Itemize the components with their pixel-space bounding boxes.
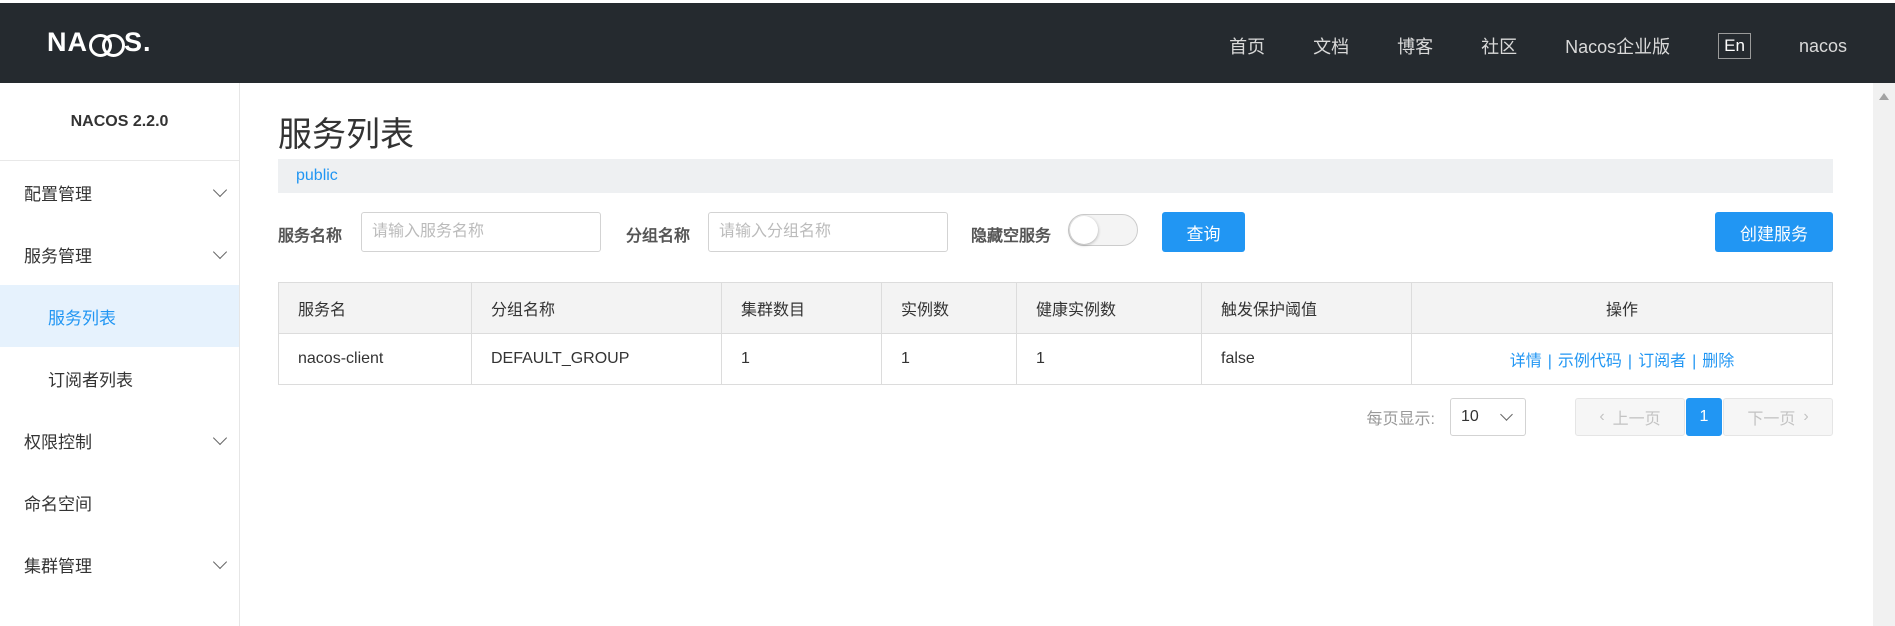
op-separator: |: [1692, 353, 1697, 370]
sidebar-item-label: 命名空间: [24, 494, 92, 514]
logo-infinity-mark: [89, 31, 125, 57]
sidebar-item-label: 服务管理: [24, 246, 92, 266]
logo-text-left: NA: [47, 27, 88, 57]
page-size-value: 10: [1461, 408, 1479, 425]
nav-enterprise[interactable]: Nacos企业版: [1565, 33, 1670, 59]
table-row: nacos-client DEFAULT_GROUP 1 1 1 false 详…: [278, 333, 1833, 385]
chevron-down-icon: [212, 430, 228, 446]
pagination: 每页显示: 10 ‹ 上一页 1 下一页 ›: [1367, 398, 1833, 436]
cell-service-name: nacos-client: [278, 333, 472, 385]
sidebar-item-service[interactable]: 服务管理: [0, 223, 239, 285]
sidebar-item-cluster[interactable]: 集群管理: [0, 533, 239, 595]
cell-healthy-count: 1: [1016, 333, 1202, 385]
chevron-left-icon: ‹: [1599, 408, 1605, 425]
scroll-up-arrow-icon[interactable]: [1879, 93, 1889, 100]
sidebar-item-label: 服务列表: [48, 308, 116, 328]
group-name-input[interactable]: [708, 212, 948, 252]
user-menu[interactable]: nacos: [1799, 36, 1847, 57]
cell-cluster-count: 1: [721, 333, 882, 385]
col-group-name[interactable]: 分组名称: [471, 282, 722, 334]
sidebar-item-service-list[interactable]: 服务列表: [0, 285, 239, 347]
op-separator: |: [1547, 353, 1552, 370]
sample-code-link[interactable]: 示例代码: [1558, 353, 1622, 370]
col-operations: 操作: [1411, 282, 1833, 334]
nav-home[interactable]: 首页: [1229, 33, 1265, 59]
cell-instance-count: 1: [881, 333, 1017, 385]
table-header-row: 服务名 分组名称 集群数目 实例数 健康实例数 触发保护阈值 操作: [278, 282, 1833, 334]
cell-protect-threshold: false: [1201, 333, 1412, 385]
subscribers-link[interactable]: 订阅者: [1638, 353, 1686, 370]
cell-group-name: DEFAULT_GROUP: [471, 333, 722, 385]
next-page-label: 下一页: [1747, 411, 1796, 428]
group-name-label: 分组名称: [626, 228, 691, 245]
chevron-down-icon: [1500, 408, 1513, 421]
create-service-button[interactable]: 创建服务: [1715, 212, 1833, 252]
page-title: 服务列表: [278, 116, 414, 154]
sidebar-item-label: 配置管理: [24, 184, 92, 204]
logo-dot: .: [143, 27, 152, 57]
toggle-knob: [1070, 216, 1098, 244]
chevron-right-icon: ›: [1803, 408, 1809, 425]
hide-empty-label: 隐藏空服务: [971, 228, 1052, 245]
hide-empty-toggle[interactable]: [1068, 214, 1138, 246]
nav-blog[interactable]: 博客: [1397, 33, 1433, 59]
page-scrollbar[interactable]: [1873, 83, 1895, 626]
top-header: NA S . 首页 文档 博客 社区 Nacos企业版 En nacos: [0, 0, 1895, 83]
cell-operations: 详情 | 示例代码 | 订阅者 | 删除: [1411, 333, 1833, 385]
op-separator: |: [1627, 353, 1633, 370]
sidebar-item-subscriber-list[interactable]: 订阅者列表: [0, 347, 239, 409]
top-nav: 首页 文档 博客 社区 Nacos企业版 En nacos: [1181, 33, 1847, 59]
sidebar-item-label: 订阅者列表: [48, 370, 133, 390]
chevron-down-icon: [212, 182, 228, 198]
page-size-select[interactable]: 10: [1450, 398, 1526, 436]
service-name-input[interactable]: [361, 212, 601, 252]
page-size-label: 每页显示:: [1366, 411, 1435, 428]
col-healthy-count[interactable]: 健康实例数: [1016, 282, 1202, 334]
namespace-bar: public: [278, 159, 1833, 193]
chevron-down-icon: [212, 554, 228, 570]
sidebar-item-label: 集群管理: [24, 556, 92, 576]
col-cluster-count[interactable]: 集群数目: [721, 282, 882, 334]
prev-page-label: 上一页: [1612, 411, 1661, 428]
query-button[interactable]: 查询: [1162, 212, 1245, 252]
col-service-name[interactable]: 服务名: [278, 282, 472, 334]
namespace-link[interactable]: public: [296, 167, 338, 185]
sidebar: NACOS 2.2.0 配置管理 服务管理 服务列表 订阅者列表 权限控制 命名…: [0, 83, 240, 626]
service-name-label: 服务名称: [278, 228, 343, 245]
delete-link[interactable]: 删除: [1702, 353, 1734, 370]
language-switch[interactable]: En: [1718, 33, 1751, 59]
nav-community[interactable]: 社区: [1481, 33, 1517, 59]
logo-text-right: S: [124, 27, 144, 57]
detail-link[interactable]: 详情: [1510, 353, 1542, 370]
current-page-button[interactable]: 1: [1686, 398, 1722, 436]
chevron-down-icon: [212, 244, 228, 260]
prev-page-button[interactable]: ‹ 上一页: [1575, 398, 1685, 436]
col-protect-threshold[interactable]: 触发保护阈值: [1201, 282, 1412, 334]
sidebar-item-namespace[interactable]: 命名空间: [0, 471, 239, 533]
service-table: 服务名 分组名称 集群数目 实例数 健康实例数 触发保护阈值 操作 nacos-…: [278, 282, 1833, 385]
next-page-button[interactable]: 下一页 ›: [1723, 398, 1833, 436]
sidebar-item-label: 权限控制: [24, 432, 92, 452]
sidebar-item-auth[interactable]: 权限控制: [0, 409, 239, 471]
nacos-logo[interactable]: NA S .: [47, 27, 152, 58]
col-instance-count[interactable]: 实例数: [881, 282, 1017, 334]
sidebar-item-config[interactable]: 配置管理: [0, 161, 239, 223]
sidebar-version: NACOS 2.2.0: [0, 83, 239, 161]
nav-docs[interactable]: 文档: [1313, 33, 1349, 59]
filter-bar: 服务名称 分组名称 隐藏空服务 查询 创建服务: [278, 212, 1833, 252]
